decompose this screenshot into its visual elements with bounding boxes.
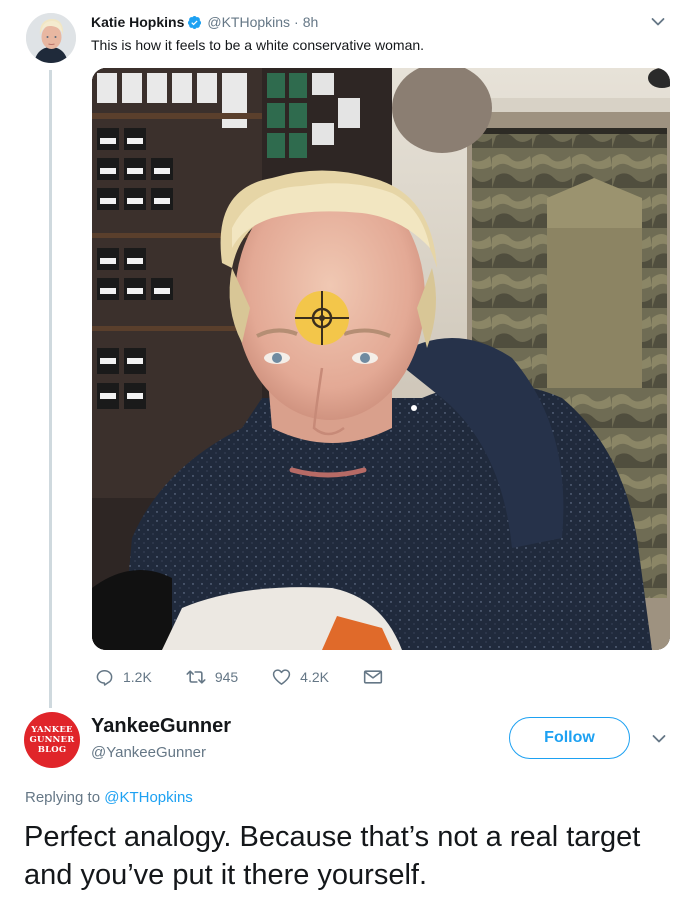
direct-message-icon: [363, 670, 383, 684]
avatar-text-line-2: GUNNER: [29, 735, 75, 745]
reply-author-name[interactable]: YankeeGunner: [91, 715, 231, 738]
replying-to-label: Replying to: [25, 789, 101, 806]
author-name[interactable]: Katie Hopkins: [91, 14, 184, 30]
retweet-button[interactable]: 945: [186, 668, 238, 686]
tweet-header: Katie Hopkins @KTHopkins · 8h: [91, 13, 318, 31]
verified-badge-icon: [188, 15, 202, 29]
reply-count: 1.2K: [123, 669, 152, 685]
avatar-text-line-1: YANKEE: [31, 725, 73, 735]
tweet-timestamp[interactable]: 8h: [303, 14, 319, 30]
author-handle[interactable]: @KTHopkins: [207, 14, 290, 30]
thread-connector-line: [49, 70, 52, 708]
reply-text: Perfect analogy. Because that’s not a re…: [24, 821, 641, 891]
photo-illustration: [92, 68, 670, 650]
like-count: 4.2K: [300, 669, 329, 685]
tweet-photo[interactable]: [92, 68, 670, 650]
chevron-down-icon[interactable]: [652, 734, 666, 744]
reply-button[interactable]: 1.2K: [95, 668, 152, 687]
direct-message-button[interactable]: [363, 669, 392, 685]
follow-button[interactable]: Follow: [509, 717, 630, 759]
reply-icon: [96, 669, 113, 686]
like-icon: [273, 669, 291, 685]
avatar-text-line-3: BLOG: [37, 745, 67, 755]
header-separator: ·: [294, 14, 299, 30]
replying-to-mention[interactable]: @KTHopkins: [104, 789, 193, 806]
retweet-icon: [186, 670, 206, 684]
reply-author-avatar[interactable]: YANKEE GUNNER BLOG: [24, 712, 80, 768]
chevron-down-icon[interactable]: [651, 17, 665, 27]
tweet-actions: 1.2K 945 4.2K: [95, 667, 392, 687]
reply-author-handle[interactable]: @YankeeGunner: [91, 744, 206, 761]
retweet-count: 945: [214, 669, 239, 685]
tweet-text: This is how it feels to be a white conse…: [91, 37, 425, 53]
author-avatar[interactable]: [26, 13, 76, 63]
like-button[interactable]: 4.2K: [272, 668, 329, 686]
replying-to-line: Replying to @KTHopkins: [25, 789, 193, 806]
